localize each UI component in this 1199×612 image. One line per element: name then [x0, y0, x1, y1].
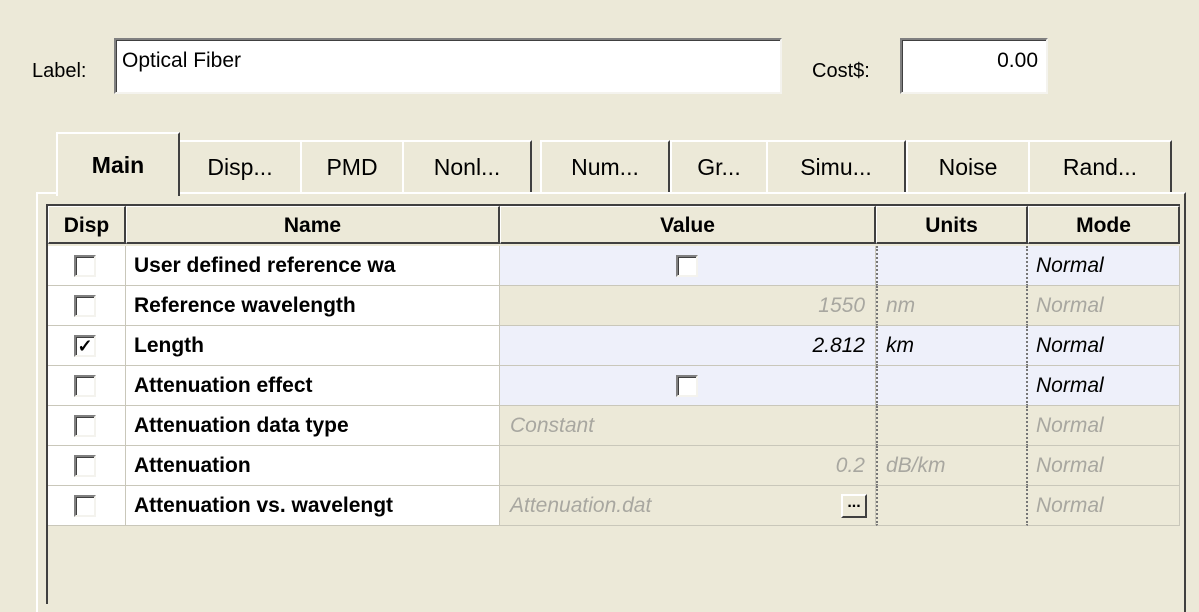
tab-graphs[interactable]: Gr... [670, 140, 768, 194]
tab-dispersion[interactable]: Disp... [178, 140, 302, 194]
disp-cell: ✓ [48, 326, 126, 366]
parameter-value[interactable]: 0.2 [500, 446, 876, 486]
table-row: ✓ Length 2.812 km Normal [48, 326, 1180, 366]
parameter-units: dB/km [876, 446, 1028, 486]
cost-caption: Cost$: [812, 60, 870, 82]
header-value[interactable]: Value [500, 206, 876, 244]
cost-input[interactable]: 0.00 [900, 38, 1048, 94]
disp-checkbox[interactable] [74, 415, 96, 437]
parameter-name: Reference wavelength [126, 286, 500, 326]
disp-checkbox[interactable] [74, 255, 96, 277]
disp-checkbox[interactable] [74, 495, 96, 517]
tab-random[interactable]: Rand... [1028, 140, 1172, 194]
tab-noise[interactable]: Noise [906, 140, 1030, 194]
tab-numerical[interactable]: Num... [540, 140, 670, 194]
parameter-value[interactable] [500, 246, 876, 286]
table-row: Reference wavelength 1550 nm Normal [48, 286, 1180, 326]
parameter-units [876, 486, 1028, 526]
disp-cell [48, 246, 126, 286]
parameter-value[interactable]: 2.812 [500, 326, 876, 366]
table-row: Attenuation vs. wavelengt Attenuation.dat… [48, 486, 1180, 526]
tab-nonlinear[interactable]: Nonl... [402, 140, 532, 194]
table-row: User defined reference wa Normal [48, 246, 1180, 286]
parameter-mode[interactable]: Normal [1028, 246, 1180, 286]
disp-cell [48, 406, 126, 446]
value-text: Attenuation.dat [510, 494, 652, 517]
parameter-units [876, 366, 1028, 406]
header-units[interactable]: Units [876, 206, 1028, 244]
parameter-mode[interactable]: Normal [1028, 446, 1180, 486]
table-row: Attenuation 0.2 dB/km Normal [48, 446, 1180, 486]
value-checkbox[interactable] [676, 375, 698, 397]
disp-cell [48, 286, 126, 326]
parameter-mode[interactable]: Normal [1028, 326, 1180, 366]
tab-pmd[interactable]: PMD [300, 140, 404, 194]
parameter-mode[interactable]: Normal [1028, 486, 1180, 526]
disp-checkbox[interactable] [74, 375, 96, 397]
parameter-mode[interactable]: Normal [1028, 406, 1180, 446]
tab-main[interactable]: Main [56, 132, 180, 196]
value-text: Constant [510, 414, 595, 437]
header-disp[interactable]: Disp [48, 206, 126, 244]
tab-simulation[interactable]: Simu... [766, 140, 906, 194]
parameter-units [876, 406, 1028, 446]
parameter-value[interactable]: Constant [500, 406, 876, 446]
parameter-name: Attenuation data type [126, 406, 500, 446]
disp-cell [48, 366, 126, 406]
disp-cell [48, 446, 126, 486]
parameter-name: Attenuation effect [126, 366, 500, 406]
grid-header-row: Disp Name Value Units Mode [48, 206, 1180, 246]
parameter-value[interactable]: 1550 [500, 286, 876, 326]
parameter-mode[interactable]: Normal [1028, 366, 1180, 406]
parameter-value[interactable] [500, 366, 876, 406]
label-caption: Label: [32, 60, 87, 82]
parameter-mode[interactable]: Normal [1028, 286, 1180, 326]
parameter-units: nm [876, 286, 1028, 326]
browse-button[interactable]: ... [841, 494, 867, 518]
parameter-value[interactable]: Attenuation.dat... [500, 486, 876, 526]
disp-cell [48, 486, 126, 526]
parameter-name: Attenuation vs. wavelengt [126, 486, 500, 526]
disp-checkbox[interactable] [74, 455, 96, 477]
table-row: Attenuation data type Constant Normal [48, 406, 1180, 446]
parameter-units: km [876, 326, 1028, 366]
parameter-name: Length [126, 326, 500, 366]
parameter-units [876, 246, 1028, 286]
parameter-name: Attenuation [126, 446, 500, 486]
header-mode[interactable]: Mode [1028, 206, 1180, 244]
parameter-grid: Disp Name Value Units Mode User defined … [46, 204, 1180, 604]
parameter-name: User defined reference wa [126, 246, 500, 286]
tab-strip: Main Disp... PMD Nonl... Num... Gr... Si… [44, 132, 1184, 196]
label-input[interactable]: Optical Fiber [114, 38, 782, 94]
disp-checkbox[interactable]: ✓ [74, 335, 96, 357]
header-name[interactable]: Name [126, 206, 500, 244]
table-row: Attenuation effect Normal [48, 366, 1180, 406]
disp-checkbox[interactable] [74, 295, 96, 317]
value-checkbox[interactable] [676, 255, 698, 277]
